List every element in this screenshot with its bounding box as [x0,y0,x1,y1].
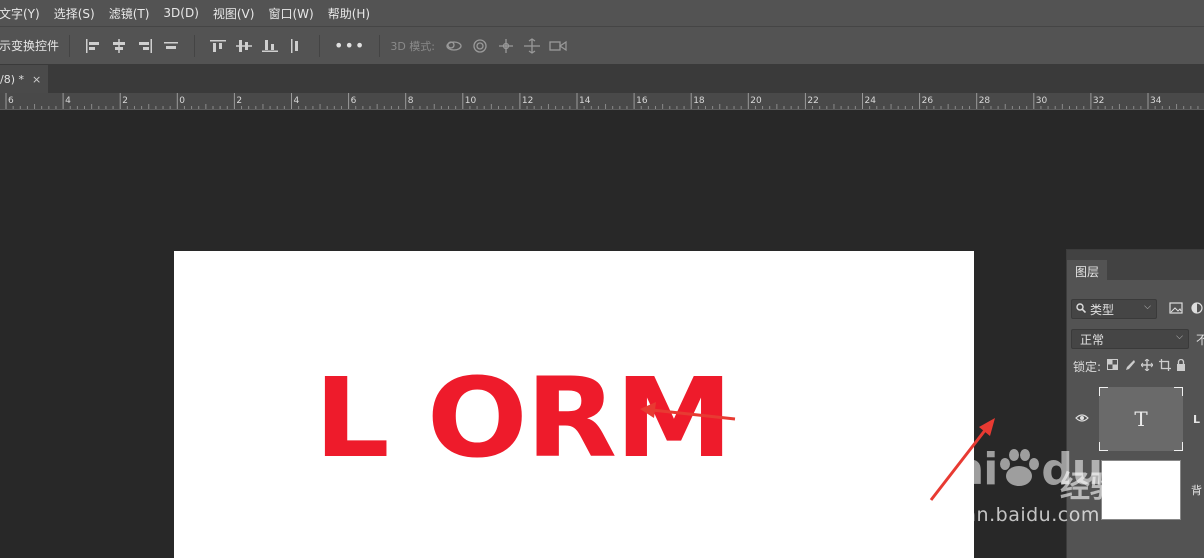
more-options-button[interactable]: ••• [334,36,365,55]
lock-transparent-pixels-icon[interactable] [1107,359,1119,373]
chevron-down-icon: ⌵ [1144,302,1151,312]
ruler-label: 26 [922,96,934,106]
canvas-text-layer[interactable]: L ORM [314,363,733,473]
filter-kind-select[interactable]: 类型 ⌵ [1071,299,1157,319]
separator [379,34,381,57]
ruler-label: 4 [65,96,71,106]
separator [69,34,71,57]
lock-position-icon[interactable] [1140,357,1154,374]
layer-row-text[interactable]: T L [1067,384,1204,454]
ruler-label: 6 [8,96,14,106]
lock-row: 锁定: [1073,356,1186,376]
3d-pan-icon[interactable] [495,36,517,56]
document-tab-bar: /8) * × [0,65,1204,93]
adjustment-filter-icon[interactable] [1191,301,1203,317]
align-left-edges-icon[interactable] [82,36,104,56]
document-canvas[interactable]: L ORM [174,251,974,558]
distribute-icon[interactable] [160,36,182,56]
document-tab-title: /8) * [0,72,24,86]
3d-slide-icon[interactable] [521,36,543,56]
search-icon [1076,302,1087,316]
separator [319,34,321,57]
opacity-label: 不 [1196,332,1204,347]
chevron-down-icon: ⌵ [1176,332,1183,342]
type-layer-icon: T [1134,407,1148,431]
menu-bar: 文字(Y) 选择(S) 滤镜(T) 3D(D) 视图(V) 窗口(W) 帮助(H… [0,0,1204,26]
menu-view[interactable]: 视图(V) [213,5,255,22]
ruler-label: 14 [579,96,591,106]
ruler-label: 24 [865,96,877,106]
eye-visibility-icon[interactable] [1075,412,1091,426]
text-layer-thumbnail: T [1099,387,1183,451]
ruler-label: 6 [351,96,357,106]
lock-artboard-icon[interactable] [1159,358,1172,374]
blend-mode-value: 正常 [1080,332,1105,347]
3d-roll-icon[interactable] [469,36,491,56]
ruler-label: 18 [693,96,705,106]
align-top-edges-icon[interactable] [207,36,229,56]
ruler-label: 32 [1093,96,1104,106]
layer-name[interactable]: 背 [1191,482,1202,498]
menu-help[interactable]: 帮助(H) [328,5,370,22]
ruler-label: 22 [807,96,818,106]
horizontal-ruler[interactable]: 642024681012141618202224262830323436 [0,93,1204,110]
separator [194,34,196,57]
menu-window[interactable]: 窗口(W) [268,5,313,22]
blend-mode-select[interactable]: 正常 ⌵ [1071,329,1189,349]
blend-row: 正常 ⌵ 不 [1071,328,1204,350]
ruler-label: 12 [522,96,533,106]
close-tab-icon[interactable]: × [32,73,41,86]
layers-panel-header: 图层 [1067,250,1204,282]
3d-orbit-icon[interactable] [443,36,465,56]
filter-kind-value: 类型 [1090,302,1115,317]
menu-select[interactable]: 选择(S) [54,5,95,22]
ruler-label: 0 [179,96,185,106]
show-transform-controls-label[interactable]: 示变换控件 [0,37,59,54]
ruler-label: 8 [408,96,414,106]
layers-panel: 图层 类型 ⌵ 正常 ⌵ 不 锁定: T L 背 [1066,249,1204,558]
paw-logo-icon [997,448,1041,488]
lock-all-icon[interactable] [1177,358,1186,374]
lock-label: 锁定: [1073,359,1102,374]
layer-filter-row: 类型 ⌵ [1071,298,1203,320]
layer-row-background[interactable]: 背 [1067,458,1204,522]
ruler-ticks: 642024681012141618202224262830323436 [5,93,1199,109]
ruler-label: 16 [636,96,648,106]
distribute-vertical-icon[interactable] [285,36,307,56]
ruler-label: 10 [465,96,477,106]
image-filter-icon[interactable] [1169,301,1183,317]
options-bar: 示变换控件 ••• 3D 模式: [0,26,1204,65]
tab-layers[interactable]: 图层 [1067,260,1107,282]
3d-scale-camera-icon[interactable] [547,36,569,56]
ruler-label: 2 [236,96,242,106]
3d-mode-label: 3D 模式: [390,39,435,53]
align-horizontal-centers-icon[interactable] [108,36,130,56]
align-right-edges-icon[interactable] [134,36,156,56]
menu-filter[interactable]: 滤镜(T) [109,5,150,22]
document-tab[interactable]: /8) * × [0,65,48,93]
ruler-label: 30 [1036,96,1048,106]
background-layer-thumbnail [1101,460,1181,520]
align-bottom-edges-icon[interactable] [259,36,281,56]
ruler-label: 28 [979,96,991,106]
menu-type[interactable]: 文字(Y) [0,5,40,22]
ruler-label: 2 [122,96,128,106]
align-vertical-centers-icon[interactable] [233,36,255,56]
ruler-label: 34 [1150,96,1162,106]
ruler-label: 4 [294,96,300,106]
menu-3d[interactable]: 3D(D) [163,6,198,20]
layer-name[interactable]: L [1193,413,1200,426]
ruler-label: 20 [750,96,762,106]
lock-image-pixels-icon[interactable] [1124,359,1136,374]
